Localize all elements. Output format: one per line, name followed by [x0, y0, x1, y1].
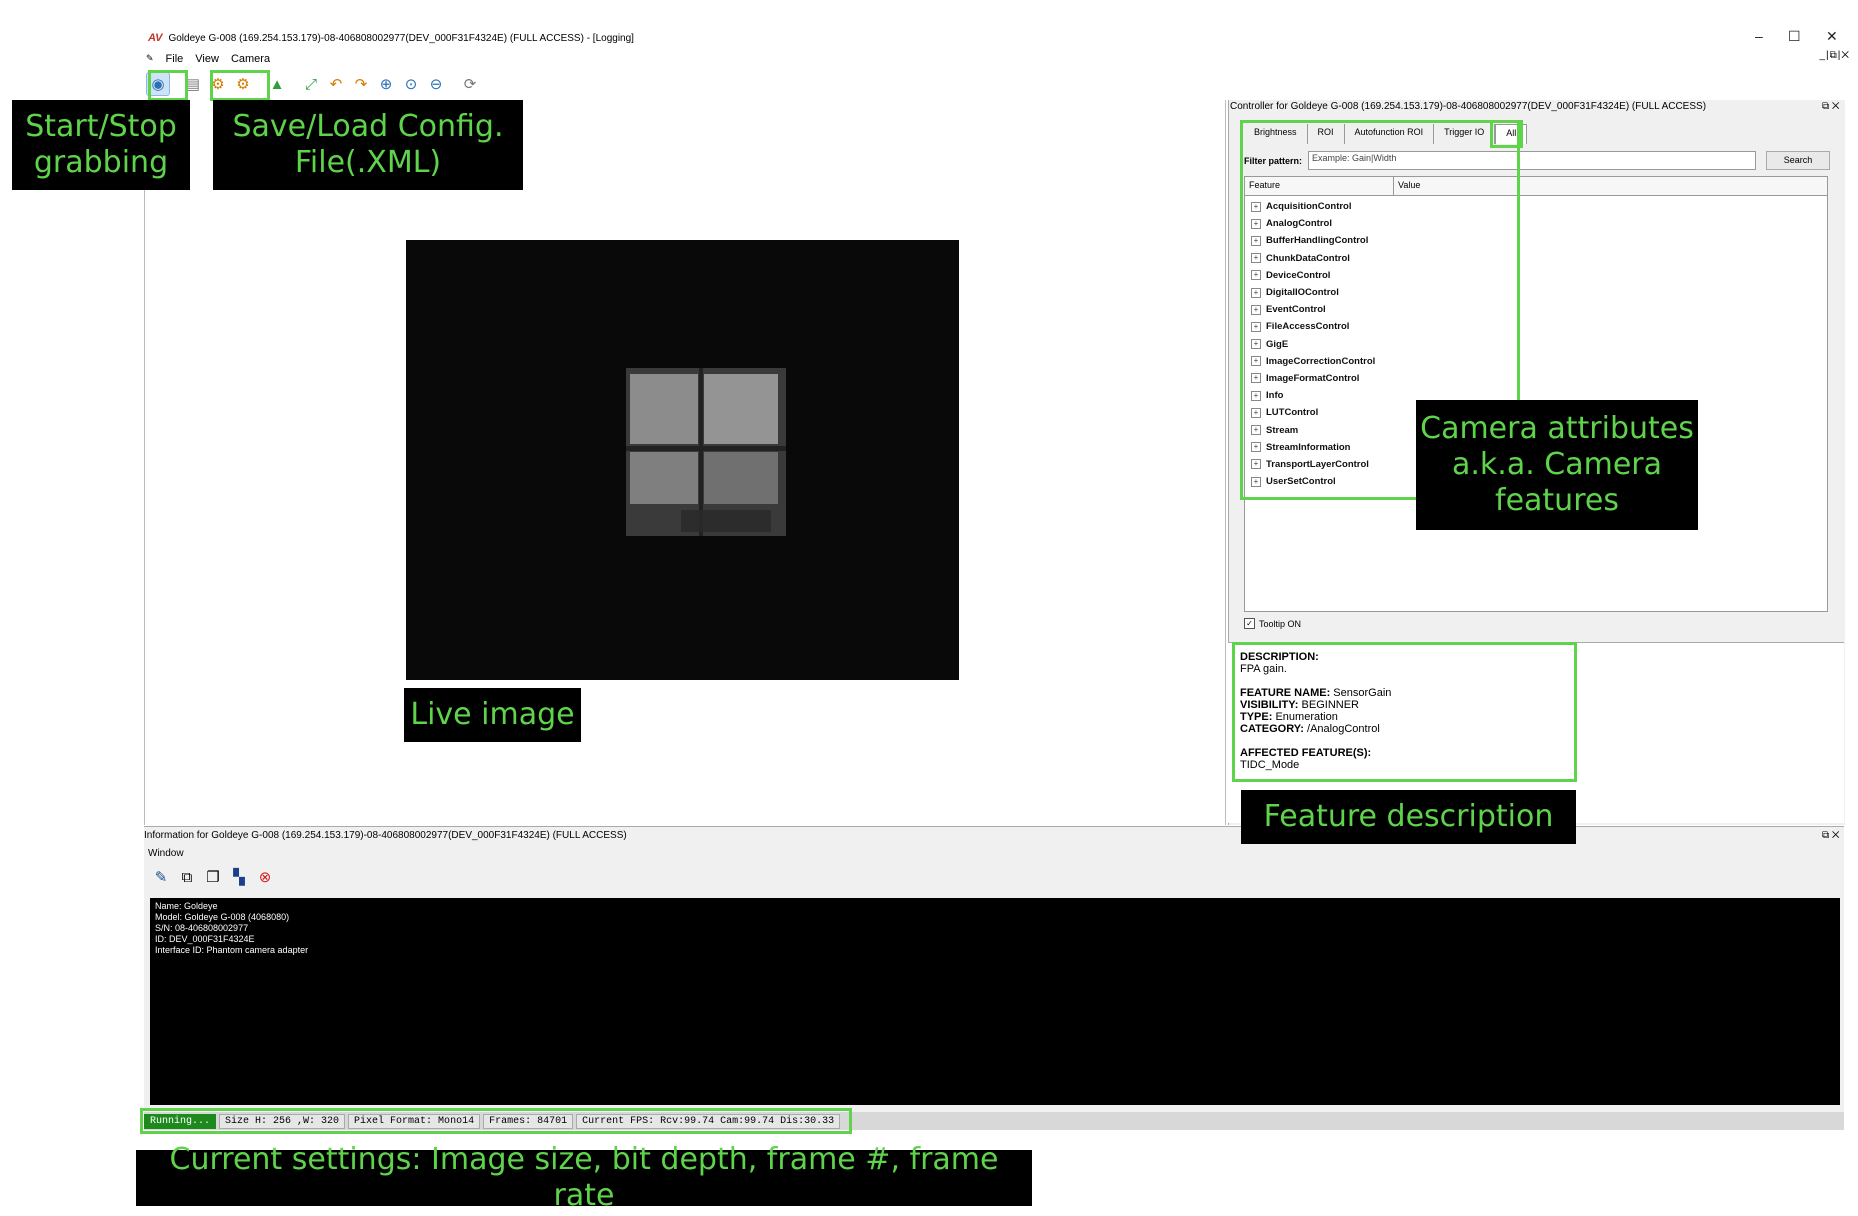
info-title: Information for Goldeye G-008 (169.254.1… [144, 830, 627, 841]
menu-file[interactable]: File [166, 53, 184, 65]
live-image-annotation: Live image [404, 688, 581, 742]
tooltip-row: ✓ Tooltip ON [1244, 618, 1301, 629]
edit-icon[interactable]: ✎ [150, 866, 172, 888]
current-settings-annotation: Current settings: Image size, bit depth,… [136, 1142, 1032, 1213]
all-tab-highlight [1490, 120, 1523, 148]
menu-camera[interactable]: Camera [231, 53, 270, 65]
rotate-left-icon[interactable]: ↶ [325, 73, 347, 95]
controller-title: Controller for Goldeye G-008 (169.254.15… [1230, 101, 1707, 112]
info-toolbar: ✎ ⧉ ❐ ▚ ⊗ [150, 866, 276, 888]
rotate-right-icon[interactable]: ↷ [350, 73, 372, 95]
console-line: Name: Goldeye [155, 901, 218, 911]
save-load-annotation: Save/Load Config. File(.XML) [213, 100, 523, 190]
status-highlight [140, 1108, 852, 1134]
window-title-bar: AV Goldeye G-008 (169.254.153.179)-08-40… [148, 32, 634, 44]
console-line: ID: DEV_000F31F4324E [155, 934, 255, 944]
fit-to-window-icon[interactable]: ⤢ [300, 73, 322, 95]
window-title: Goldeye G-008 (169.254.153.179)-08-40680… [168, 32, 634, 44]
close-button[interactable]: ✕ [1826, 28, 1838, 45]
info-console: Name: Goldeye Model: Goldeye G-008 (4068… [150, 898, 1840, 1105]
description-highlight [1232, 642, 1577, 782]
camera-attributes-annotation: Camera attributes a.k.a. Camera features [1416, 400, 1698, 530]
tile-icon[interactable]: ▚ [228, 866, 250, 888]
info-window-menu[interactable]: Window [148, 848, 184, 859]
zoom-out-icon[interactable]: ⊖ [425, 73, 447, 95]
detach-icon[interactable]: ⧉ [176, 866, 198, 888]
console-line: S/N: 08-406808002977 [155, 923, 249, 933]
maximize-button[interactable]: ☐ [1788, 28, 1801, 45]
app-logo-icon: AV [148, 32, 163, 44]
mdi-window-controls[interactable]: _|⧉|✕ [1819, 50, 1850, 61]
zoom-in-icon[interactable]: ⊕ [375, 73, 397, 95]
console-line: Model: Goldeye G-008 (4068080) [155, 912, 290, 922]
menu-view[interactable]: View [195, 53, 219, 65]
start-stop-highlight [148, 70, 188, 101]
console-line: Interface ID: Phantom camera adapter [155, 945, 309, 955]
pencil-icon: ✎ [146, 53, 154, 63]
info-dock-buttons[interactable]: ⧉ ✕ [1822, 830, 1840, 841]
feature-description-annotation: Feature description [1241, 790, 1576, 844]
controller-dock-buttons[interactable]: ⧉ ✕ [1822, 101, 1840, 112]
window-region [626, 368, 786, 536]
clear-icon[interactable]: ⊗ [254, 866, 276, 888]
reset-icon[interactable]: ⟳ [459, 73, 481, 95]
live-image [406, 240, 959, 680]
minimize-button[interactable]: – [1755, 28, 1763, 44]
menu-bar: ✎ File View Camera [146, 53, 270, 65]
tooltip-label: Tooltip ON [1259, 618, 1302, 629]
zoom-fit-icon[interactable]: ⊙ [400, 73, 422, 95]
tooltip-checkbox[interactable]: ✓ [1244, 618, 1255, 629]
start-stop-annotation: Start/Stop grabbing [12, 100, 190, 190]
save-load-highlight [210, 70, 270, 101]
main-toolbar: ◉ ▤ ⚙ ⚙ ▲ ⤢ ↶ ↷ ⊕ ⊙ ⊖ ⟳ [146, 70, 481, 98]
cascade-icon[interactable]: ❐ [202, 866, 224, 888]
search-button[interactable]: Search [1766, 151, 1831, 170]
